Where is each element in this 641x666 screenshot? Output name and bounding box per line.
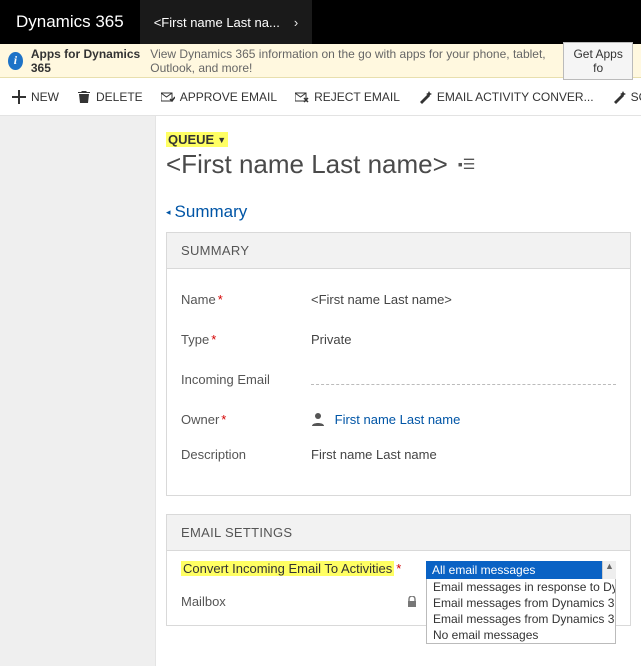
lock-icon bbox=[406, 596, 418, 608]
owner-label: Owner bbox=[181, 412, 219, 427]
apps-notice-bar: i Apps for Dynamics 365 View Dynamics 36… bbox=[0, 44, 641, 78]
wand-icon bbox=[418, 90, 432, 104]
required-icon: * bbox=[221, 412, 226, 427]
page-title-text: <First name Last name> bbox=[166, 149, 448, 180]
notice-text: View Dynamics 365 information on the go … bbox=[150, 47, 563, 75]
required-icon: * bbox=[396, 561, 401, 576]
field-type: Type* Private bbox=[181, 319, 616, 359]
chevron-right-icon: › bbox=[294, 15, 298, 30]
owner-link-text: First name Last name bbox=[335, 412, 461, 427]
name-value[interactable]: <First name Last name> bbox=[311, 292, 452, 307]
new-label: NEW bbox=[31, 90, 59, 104]
social-activity-convert-button[interactable]: SOCIAL ACTIVITY C bbox=[612, 90, 641, 104]
owner-value[interactable]: First name Last name bbox=[311, 412, 460, 427]
socialconv-label: SOCIAL ACTIVITY C bbox=[631, 90, 641, 104]
field-convert-incoming: Convert Incoming Email To Activities* Ma… bbox=[181, 561, 616, 609]
approve-email-button[interactable]: APPROVE EMAIL bbox=[161, 90, 277, 104]
wand-icon bbox=[612, 90, 626, 104]
required-icon: * bbox=[218, 292, 223, 307]
person-icon bbox=[311, 412, 325, 426]
desc-label: Description bbox=[181, 447, 246, 462]
command-bar: NEW DELETE APPROVE EMAIL REJECT EMAIL EM… bbox=[0, 78, 641, 116]
breadcrumb-text: <First name Last na... bbox=[154, 15, 280, 30]
desc-value[interactable]: First name Last name bbox=[311, 447, 437, 462]
dropdown-selected[interactable]: All email messages bbox=[426, 561, 616, 579]
approve-email-icon bbox=[161, 90, 175, 104]
summary-card: SUMMARY Name* <First name Last name> Typ… bbox=[166, 232, 631, 496]
brand-label[interactable]: Dynamics 365 bbox=[0, 12, 140, 32]
approve-label: APPROVE EMAIL bbox=[180, 90, 277, 104]
list-icon[interactable]: ▪☰ bbox=[458, 156, 476, 173]
delete-button[interactable]: DELETE bbox=[77, 90, 143, 104]
scroll-up-icon[interactable]: ▲ bbox=[603, 561, 616, 571]
dropdown-option[interactable]: No email messages bbox=[427, 627, 615, 643]
reject-email-icon bbox=[295, 90, 309, 104]
reject-label: REJECT EMAIL bbox=[314, 90, 400, 104]
type-label: Type bbox=[181, 332, 209, 347]
triangle-left-icon: ◂ bbox=[166, 207, 171, 218]
content-area: QUEUE ▼ <First name Last name> ▪☰ ◂ Summ… bbox=[0, 116, 641, 666]
get-apps-button[interactable]: Get Apps fo bbox=[563, 42, 633, 80]
field-name: Name* <First name Last name> bbox=[181, 279, 616, 319]
field-owner: Owner* First name Last name bbox=[181, 399, 616, 439]
summary-card-body: Name* <First name Last name> Type* Priva… bbox=[167, 269, 630, 495]
summary-card-header: SUMMARY bbox=[167, 233, 630, 269]
emailconv-label: EMAIL ACTIVITY CONVER... bbox=[437, 90, 594, 104]
convert-label: Convert Incoming Email To Activities bbox=[181, 561, 394, 576]
plus-icon bbox=[12, 90, 26, 104]
convert-dropdown[interactable]: All email messages Email messages in res… bbox=[426, 561, 616, 579]
dropdown-option[interactable]: Email messages from Dynamics 365 reco bbox=[427, 611, 615, 627]
caret-down-icon: ▼ bbox=[217, 135, 226, 145]
email-settings-card: EMAIL SETTINGS Convert Incoming Email To… bbox=[166, 514, 631, 626]
new-button[interactable]: NEW bbox=[12, 90, 59, 104]
breadcrumb[interactable]: <First name Last na... › bbox=[140, 0, 312, 44]
mailbox-label: Mailbox bbox=[181, 594, 226, 609]
main-panel: QUEUE ▼ <First name Last name> ▪☰ ◂ Summ… bbox=[156, 116, 641, 666]
summary-title-text: Summary bbox=[175, 202, 248, 222]
trash-icon bbox=[77, 90, 91, 104]
delete-label: DELETE bbox=[96, 90, 143, 104]
name-label: Name bbox=[181, 292, 216, 307]
empty-value-line[interactable] bbox=[311, 384, 616, 385]
dropdown-list: Email messages in response to Dynamics E… bbox=[426, 579, 616, 644]
field-description: Description First name Last name bbox=[181, 439, 616, 479]
field-incoming-email: Incoming Email bbox=[181, 359, 616, 399]
email-card-header: EMAIL SETTINGS bbox=[167, 515, 630, 551]
summary-section-title[interactable]: ◂ Summary bbox=[166, 202, 631, 222]
notice-title: Apps for Dynamics 365 bbox=[31, 47, 140, 75]
dropdown-option[interactable]: Email messages in response to Dynamics bbox=[427, 579, 615, 595]
type-value[interactable]: Private bbox=[311, 332, 351, 347]
email-card-body: Convert Incoming Email To Activities* Ma… bbox=[167, 551, 630, 625]
entity-tag[interactable]: QUEUE ▼ bbox=[166, 132, 228, 147]
reject-email-button[interactable]: REJECT EMAIL bbox=[295, 90, 400, 104]
left-gutter bbox=[0, 116, 156, 666]
email-activity-convert-button[interactable]: EMAIL ACTIVITY CONVER... bbox=[418, 90, 594, 104]
entity-tag-label: QUEUE bbox=[168, 132, 214, 147]
required-icon: * bbox=[211, 332, 216, 347]
top-nav-bar: Dynamics 365 <First name Last na... › bbox=[0, 0, 641, 44]
info-icon: i bbox=[8, 52, 23, 70]
dropdown-scrollbar[interactable]: ▲ bbox=[602, 561, 616, 579]
incoming-label: Incoming Email bbox=[181, 372, 270, 387]
page-title: <First name Last name> ▪☰ bbox=[166, 149, 631, 180]
dropdown-option[interactable]: Email messages from Dynamics 365 Lead bbox=[427, 595, 615, 611]
